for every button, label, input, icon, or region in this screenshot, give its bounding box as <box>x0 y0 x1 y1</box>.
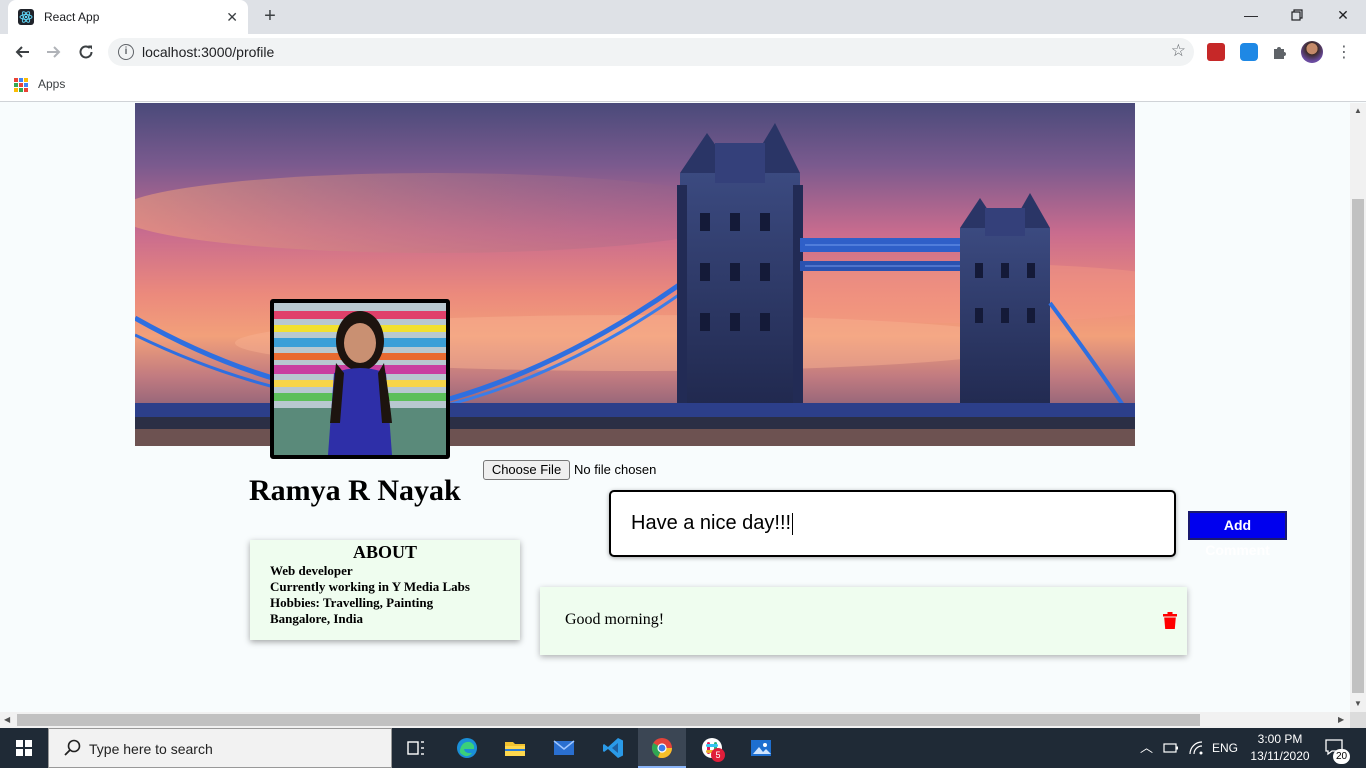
forward-icon[interactable] <box>42 40 66 64</box>
profile-name: Ramya R Nayak <box>249 474 461 507</box>
tray-chevron-icon[interactable]: ︿ <box>1140 728 1153 768</box>
vscode-icon[interactable] <box>601 736 625 760</box>
windows-taskbar: Type here to search 5 ︿ ENG 3:00 PM 13/1… <box>0 728 1366 768</box>
delete-trash-icon[interactable] <box>1163 612 1177 629</box>
reload-icon[interactable] <box>74 40 98 64</box>
system-clock[interactable]: 3:00 PM 13/11/2020 <box>1242 731 1318 765</box>
about-line: Hobbies: Travelling, Painting <box>270 595 434 610</box>
extensions-puzzle-icon[interactable] <box>1271 43 1289 61</box>
about-heading: ABOUT <box>352 542 417 562</box>
task-view-icon[interactable] <box>404 736 428 760</box>
tab-close-icon[interactable]: ✕ <box>226 9 238 26</box>
slack-badge: 5 <box>711 748 725 762</box>
horizontal-scrollbar[interactable]: ◀ ▶ <box>0 712 1350 728</box>
tab-title: React App <box>44 10 100 24</box>
edge-browser-icon[interactable] <box>455 736 479 760</box>
new-tab-icon[interactable]: + <box>258 5 282 29</box>
vertical-scrollbar[interactable]: ▲ ▼ <box>1350 103 1366 712</box>
scroll-up-icon[interactable]: ▲ <box>1354 106 1362 115</box>
taskbar-search[interactable]: Type here to search <box>48 728 392 768</box>
comment-card: Good morning! <box>540 587 1187 655</box>
browser-toolbar: i localhost:3000/profile ☆ ⋮ <box>0 34 1366 70</box>
page-viewport: Choose File No file chosen Ramya R Nayak… <box>0 103 1350 712</box>
language-indicator[interactable]: ENG <box>1212 728 1238 768</box>
about-line: Bangalore, India <box>270 611 363 626</box>
browser-tab[interactable]: React App ✕ <box>8 0 248 34</box>
file-explorer-icon[interactable] <box>503 736 527 760</box>
mail-icon[interactable] <box>552 736 576 760</box>
search-icon <box>64 739 81 756</box>
clock-time: 3:00 PM <box>1257 732 1303 746</box>
bookmarks-bar: Apps <box>0 70 1366 102</box>
scroll-right-icon[interactable]: ▶ <box>1338 715 1344 724</box>
react-favicon-icon <box>18 9 34 25</box>
scroll-left-icon[interactable]: ◀ <box>4 715 10 724</box>
taskbar-search-placeholder: Type here to search <box>89 741 213 757</box>
profile-avatar-image <box>270 299 450 459</box>
restore-icon[interactable] <box>1274 0 1320 30</box>
wifi-icon[interactable] <box>1188 740 1204 756</box>
comment-text: Good morning! <box>565 611 665 628</box>
comment-input[interactable]: Have a nice day!!! <box>609 490 1176 557</box>
scroll-down-icon[interactable]: ▼ <box>1354 699 1362 708</box>
file-status-text: No file chosen <box>574 462 657 477</box>
extension-blue-icon[interactable] <box>1240 43 1258 61</box>
comment-input-value: Have a nice day!!! <box>631 512 792 534</box>
back-icon[interactable] <box>10 40 34 64</box>
address-url: localhost:3000/profile <box>142 44 275 60</box>
address-bar[interactable]: i localhost:3000/profile ☆ <box>108 38 1194 66</box>
about-line: Web developer <box>270 563 353 578</box>
windows-start-icon[interactable] <box>0 728 48 768</box>
window-close-icon[interactable]: ✕ <box>1320 0 1366 30</box>
apps-bookmark[interactable]: Apps <box>38 77 65 91</box>
chrome-icon[interactable] <box>650 736 674 760</box>
browser-tab-strip: React App ✕ + — ✕ <box>0 0 1366 34</box>
text-caret <box>792 512 794 535</box>
extension-red-icon[interactable] <box>1207 43 1225 61</box>
choose-file-button[interactable]: Choose File <box>483 460 570 480</box>
browser-menu-icon[interactable]: ⋮ <box>1336 42 1352 62</box>
vertical-scroll-thumb[interactable] <box>1352 199 1364 693</box>
site-info-icon[interactable]: i <box>118 44 134 60</box>
battery-icon[interactable] <box>1163 742 1179 754</box>
notification-count-badge: 20 <box>1333 749 1350 764</box>
photos-icon[interactable] <box>749 736 773 760</box>
clock-date: 13/11/2020 <box>1250 749 1310 763</box>
scrollbar-corner <box>1350 712 1366 728</box>
about-card: ABOUT Web developer Currently working in… <box>250 540 520 640</box>
about-line: Currently working in Y Media Labs <box>270 579 470 594</box>
browser-profile-avatar[interactable] <box>1301 41 1323 63</box>
add-comment-button[interactable]: Add Comment <box>1188 511 1287 558</box>
minimize-icon[interactable]: — <box>1228 0 1274 30</box>
horizontal-scroll-thumb[interactable] <box>17 714 1200 726</box>
bookmark-star-icon[interactable]: ☆ <box>1171 41 1186 61</box>
apps-grid-icon[interactable] <box>14 78 28 92</box>
